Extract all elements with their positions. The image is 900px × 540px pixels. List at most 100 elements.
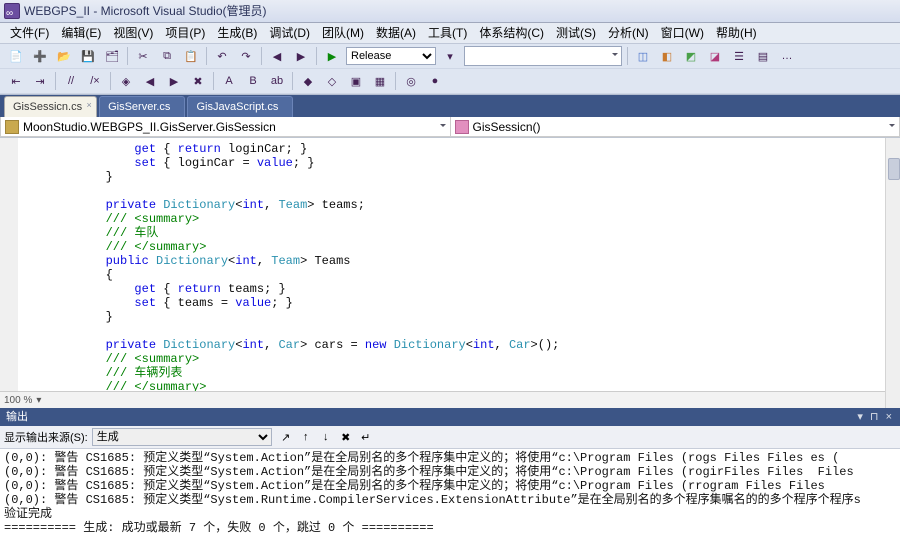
config-select[interactable]: Release (346, 47, 436, 65)
menu-item[interactable]: 体系结构(C) (473, 26, 550, 40)
properties-button[interactable]: ◧ (656, 45, 678, 67)
text-tool-c[interactable]: ab (266, 70, 288, 92)
more-button[interactable]: … (776, 45, 798, 67)
menu-item[interactable]: 数据(A) (370, 26, 422, 40)
title-bar: WEBGPS_II - Microsoft Visual Studio(管理员) (0, 0, 900, 23)
separator (395, 72, 396, 90)
output-next-button[interactable]: ↓ (316, 431, 336, 443)
class-selector-text: MoonStudio.WEBGPS_II.GisServer.GisSessic… (23, 120, 276, 134)
output-panel-buttons[interactable]: ▾ ⊓ × (857, 408, 894, 426)
start-debug-button[interactable]: ▶ (321, 45, 343, 67)
menu-item[interactable]: 团队(M) (316, 26, 370, 40)
cut-button[interactable]: ✂ (132, 45, 154, 67)
copy-button[interactable]: ⧉ (156, 45, 178, 67)
window-title: WEBGPS_II - Microsoft Visual Studio(管理员) (24, 0, 267, 22)
separator (213, 72, 214, 90)
nav-forward-button[interactable]: ▶ (290, 45, 312, 67)
misc-2[interactable]: ◇ (321, 70, 343, 92)
output-clear-button[interactable]: ✖ (336, 431, 356, 444)
separator (316, 47, 317, 65)
zoom-level[interactable]: 100 % (4, 395, 32, 406)
comment-button[interactable]: // (60, 70, 82, 92)
separator (292, 72, 293, 90)
nav-back-button[interactable]: ◀ (266, 45, 288, 67)
toolbar-row-1: 📄 ➕ 📂 💾 🗂 ✂ ⧉ 📋 ↶ ↷ ◀ ▶ ▶ Release ▾ ◫ ◧ … (0, 44, 900, 69)
find-combo[interactable] (464, 46, 622, 66)
server-explorer-button[interactable]: ☰ (728, 45, 750, 67)
misc-5[interactable]: ◎ (400, 70, 422, 92)
code-editor[interactable]: get { return loginCar; } set { loginCar … (0, 138, 900, 391)
indent-less-button[interactable]: ⇤ (5, 70, 27, 92)
document-tabs: GisSessicn.cs×GisServer.csGisJavaScript.… (0, 95, 900, 117)
menu-item[interactable]: 文件(F) (4, 26, 55, 40)
text-tool-b[interactable]: B (242, 70, 264, 92)
method-icon (455, 120, 469, 134)
save-all-button[interactable]: 🗂 (101, 45, 123, 67)
menu-item[interactable]: 分析(N) (602, 26, 655, 40)
paste-button[interactable]: 📋 (180, 45, 202, 67)
separator (127, 47, 128, 65)
output-wrap-button[interactable]: ↵ (356, 431, 376, 444)
menu-item[interactable]: 编辑(E) (55, 26, 107, 40)
document-tab[interactable]: GisServer.cs (99, 96, 185, 117)
zoom-dropdown-icon[interactable]: ▾ (36, 395, 41, 406)
output-source-label: 显示输出来源(S): (4, 429, 88, 445)
bookmark-toggle-button[interactable]: ◈ (115, 70, 137, 92)
toolbars: 📄 ➕ 📂 💾 🗂 ✂ ⧉ 📋 ↶ ↷ ◀ ▶ ▶ Release ▾ ◫ ◧ … (0, 44, 900, 95)
bookmark-prev-button[interactable]: ◀ (139, 70, 161, 92)
separator (627, 47, 628, 65)
new-project-button[interactable]: 📄 (5, 45, 27, 67)
vertical-scrollbar[interactable] (885, 138, 900, 408)
separator (206, 47, 207, 65)
separator (110, 72, 111, 90)
scrollbar-thumb[interactable] (888, 158, 900, 180)
editor-footer: 100 % ▾ ◀ (0, 391, 900, 408)
text-tool-a[interactable]: A (218, 70, 240, 92)
menu-item[interactable]: 调试(D) (263, 26, 316, 40)
indent-more-button[interactable]: ⇥ (29, 70, 51, 92)
redo-button[interactable]: ↷ (235, 45, 257, 67)
uncomment-button[interactable]: /× (84, 70, 106, 92)
bookmark-clear-button[interactable]: ✖ (187, 70, 209, 92)
close-tab-icon[interactable]: × (84, 100, 94, 110)
menu-item[interactable]: 窗口(W) (655, 26, 710, 40)
menu-item[interactable]: 视图(V) (107, 26, 159, 40)
separator (261, 47, 262, 65)
solution-explorer-button[interactable]: ◫ (632, 45, 654, 67)
menu-item[interactable]: 工具(T) (422, 26, 473, 40)
output-text[interactable]: (0,0): 警告 CS1685: 预定义类型“System.Action”是在… (0, 449, 900, 540)
misc-6[interactable]: ● (424, 70, 446, 92)
member-selector[interactable]: GisSessicn() (450, 117, 900, 137)
misc-1[interactable]: ◆ (297, 70, 319, 92)
editor-area: get { return loginCar; } set { loginCar … (0, 138, 900, 408)
toolbox-button[interactable]: ◩ (680, 45, 702, 67)
member-selector-text: GisSessicn() (473, 120, 541, 134)
menu-item[interactable]: 帮助(H) (710, 26, 763, 40)
document-tab[interactable]: GisSessicn.cs× (4, 96, 97, 117)
menu-item[interactable]: 项目(P) (159, 26, 211, 40)
output-panel-titlebar: 输出 ▾ ⊓ × (0, 408, 900, 426)
output-panel-title: 输出 (6, 408, 28, 426)
document-tab[interactable]: GisJavaScript.cs (187, 96, 293, 117)
add-item-button[interactable]: ➕ (29, 45, 51, 67)
output-source-select[interactable]: 生成 (92, 428, 272, 446)
undo-button[interactable]: ↶ (211, 45, 233, 67)
output-window-button[interactable]: ▤ (752, 45, 774, 67)
open-button[interactable]: 📂 (53, 45, 75, 67)
class-icon (5, 120, 19, 134)
misc-4[interactable]: ▦ (369, 70, 391, 92)
class-selector[interactable]: MoonStudio.WEBGPS_II.GisServer.GisSessic… (0, 117, 450, 137)
platform-button[interactable]: ▾ (439, 45, 461, 67)
separator (55, 72, 56, 90)
menu-bar: 文件(F)编辑(E)视图(V)项目(P)生成(B)调试(D)团队(M)数据(A)… (0, 23, 900, 44)
menu-item[interactable]: 测试(S) (550, 26, 602, 40)
output-toolbar: 显示输出来源(S): 生成 ↗ ↑ ↓ ✖ ↵ (0, 426, 900, 449)
bookmark-next-button[interactable]: ▶ (163, 70, 185, 92)
misc-3[interactable]: ▣ (345, 70, 367, 92)
toolbar-row-2: ⇤ ⇥ // /× ◈ ◀ ▶ ✖ A B ab ◆ ◇ ▣ ▦ ◎ ● (0, 69, 900, 94)
output-prev-button[interactable]: ↑ (296, 431, 316, 443)
output-goto-button[interactable]: ↗ (276, 431, 296, 444)
save-button[interactable]: 💾 (77, 45, 99, 67)
menu-item[interactable]: 生成(B) (211, 26, 263, 40)
class-view-button[interactable]: ◪ (704, 45, 726, 67)
